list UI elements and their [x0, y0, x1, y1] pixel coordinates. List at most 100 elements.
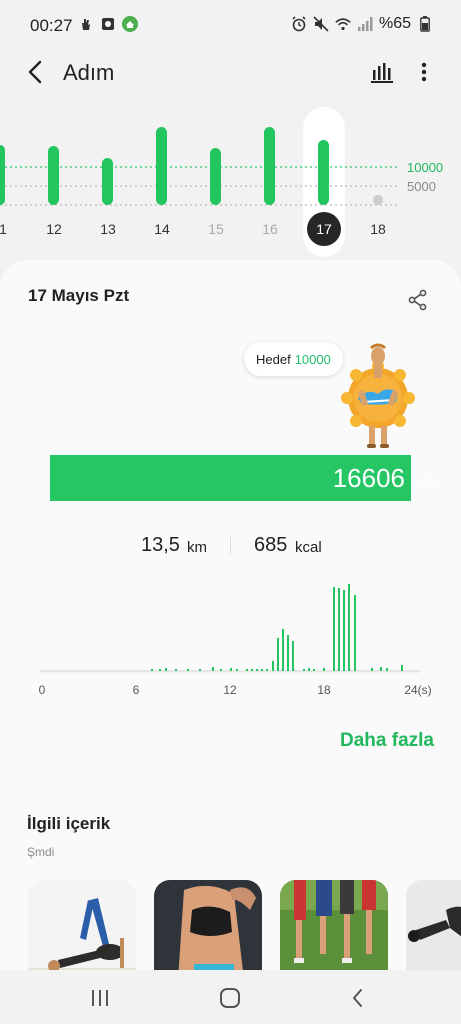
hour-bar	[371, 668, 373, 671]
hour-bar	[165, 668, 167, 671]
share-icon	[408, 289, 427, 311]
day-bar-17[interactable]	[318, 140, 329, 205]
share-button[interactable]	[406, 288, 430, 312]
day-bar-16[interactable]	[264, 127, 275, 205]
hour-bar	[159, 669, 161, 671]
day-label-13[interactable]: 13	[100, 221, 116, 237]
day-label-16[interactable]: 16	[262, 221, 278, 237]
chart-view-button[interactable]	[368, 58, 396, 86]
hand-icon	[78, 16, 94, 32]
hour-bar	[303, 669, 305, 671]
day-label-17[interactable]: 17	[316, 221, 332, 237]
day-bar-1[interactable]	[0, 145, 5, 205]
hourly-tick-18: 18	[317, 683, 331, 697]
hour-bar	[313, 669, 315, 671]
day-label-18[interactable]: 18	[370, 221, 386, 237]
related-thumb-yoga[interactable]	[28, 880, 136, 980]
home-button[interactable]	[218, 986, 242, 1010]
day-label-14[interactable]: 14	[154, 221, 170, 237]
day-label-12[interactable]: 12	[46, 221, 62, 237]
wifi-icon	[335, 16, 351, 32]
hour-bar	[251, 669, 253, 671]
system-nav-bar	[0, 970, 461, 1024]
recents-button[interactable]	[88, 986, 112, 1010]
goal-line-label: 10000	[407, 160, 443, 175]
hourly-bars	[151, 584, 403, 671]
hour-bar	[151, 669, 153, 671]
day-dot-18[interactable]	[373, 195, 383, 205]
hour-bar	[220, 669, 222, 671]
related-content-subtitle: Şmdi	[27, 845, 55, 859]
more-vertical-icon	[421, 62, 427, 82]
hourly-tick-12: 12	[223, 683, 237, 697]
stats-row: 13,5 km 685 kcal	[0, 532, 461, 562]
hour-bar	[333, 587, 335, 671]
hour-bar	[354, 595, 356, 671]
day-bar-15[interactable]	[210, 148, 221, 205]
day-bar-13[interactable]	[102, 158, 113, 205]
app-icon	[100, 16, 116, 32]
related-thumb-workout[interactable]	[406, 880, 461, 980]
stats-divider	[230, 537, 231, 555]
page-title: Adım	[63, 60, 115, 85]
runner-mascot-icon	[338, 340, 418, 452]
related-thumb-fitness[interactable]	[154, 880, 262, 980]
more-details-link[interactable]: Daha fazla	[340, 730, 434, 752]
hour-bar	[187, 669, 189, 671]
mid-line-label: 5000	[407, 179, 436, 194]
hour-bar	[292, 641, 294, 671]
hour-bar	[348, 584, 350, 671]
status-right: %65	[291, 15, 433, 33]
status-bar: 00:27 %65	[0, 0, 461, 50]
status-left-icons	[78, 16, 138, 32]
hour-bar	[277, 638, 279, 671]
hour-bar	[175, 669, 177, 671]
weekly-steps-chart: 10000 5000 1 12 13 14 15 16 17 18	[0, 100, 461, 260]
related-thumb-running[interactable]	[280, 880, 388, 980]
hourly-steps-chart: 0 6 12 18 24(s)	[0, 575, 461, 705]
bar-chart-icon	[371, 63, 393, 83]
hour-bar	[246, 669, 248, 671]
hour-bar	[308, 668, 310, 671]
calories-unit: kcal	[295, 539, 322, 556]
goal-label: Hedef	[256, 351, 291, 367]
daily-summary-card: 17 Mayıs Pzt Hedef 10000 16606 adım 13,5…	[0, 260, 461, 980]
hour-bar	[212, 667, 214, 671]
status-time: 00:27	[30, 16, 73, 35]
hourly-tick-0: 0	[39, 683, 46, 697]
hour-bar	[343, 590, 345, 671]
more-options-button[interactable]	[412, 58, 436, 86]
hour-bar	[338, 588, 340, 671]
hour-bar	[386, 668, 388, 671]
battery-icon	[417, 16, 433, 32]
app-bar: Adım	[0, 50, 461, 94]
hour-bar	[282, 629, 284, 671]
hour-bar	[323, 668, 325, 671]
home-icon	[220, 988, 240, 1008]
battery-percent: %65	[378, 15, 411, 32]
home-app-icon	[122, 16, 138, 32]
day-label-1[interactable]: 1	[0, 221, 7, 237]
hour-bar	[199, 669, 201, 671]
day-bar-12[interactable]	[48, 146, 59, 205]
hour-bar	[230, 668, 232, 671]
day-label-15[interactable]: 15	[208, 221, 224, 237]
hour-bar	[266, 669, 268, 671]
hour-bar	[272, 661, 274, 671]
day-bar-14[interactable]	[156, 127, 167, 205]
mute-icon	[313, 16, 329, 32]
related-content-carousel[interactable]	[28, 880, 461, 980]
alarm-icon	[291, 16, 307, 32]
summary-date: 17 Mayıs Pzt	[28, 286, 130, 305]
distance-unit: km	[187, 539, 207, 556]
recents-icon	[92, 990, 108, 1006]
hour-bar	[380, 667, 382, 671]
chevron-left-icon	[28, 60, 42, 84]
signal-icon	[357, 16, 373, 32]
hourly-tick-6: 6	[133, 683, 140, 697]
back-button[interactable]	[22, 58, 50, 86]
hour-bar	[256, 669, 258, 671]
calories-value: 685	[254, 534, 288, 556]
hour-bar	[287, 635, 289, 671]
nav-back-button[interactable]	[346, 986, 370, 1010]
